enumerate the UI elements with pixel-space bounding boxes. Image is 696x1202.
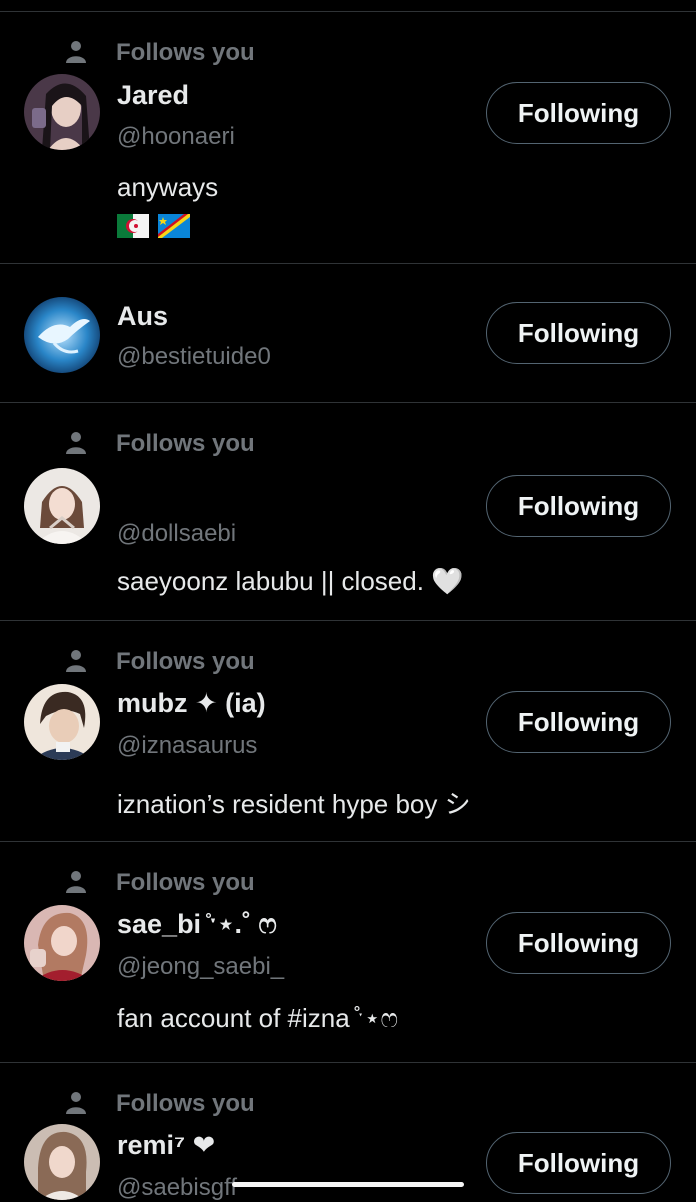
user-handle[interactable]: @iznasaurus — [117, 732, 257, 760]
bio-text: anyways — [117, 172, 219, 202]
flag-dr-congo-icon — [158, 214, 191, 239]
follows-you-label: Follows you — [116, 1090, 255, 1117]
user-row-jared[interactable]: Follows you Jared @hoonaeri anyways Foll… — [0, 12, 696, 264]
display-name[interactable]: Aus — [117, 301, 168, 332]
avatar[interactable] — [24, 1124, 100, 1200]
follows-you-label: Follows you — [116, 648, 255, 675]
user-handle[interactable]: @hoonaeri — [117, 123, 235, 151]
bio-flags — [117, 209, 192, 240]
follows-you-label: Follows you — [116, 869, 255, 896]
display-name[interactable]: remi⁷ ❤ — [117, 1130, 215, 1161]
user-bio: fan account of #izna ̊ˑ⋆ෆ — [117, 1003, 399, 1033]
following-button[interactable]: Following — [486, 1132, 671, 1194]
following-button[interactable]: Following — [486, 475, 671, 537]
person-icon — [66, 41, 86, 63]
avatar[interactable] — [24, 468, 100, 544]
flag-algeria-icon — [117, 214, 149, 239]
user-bio: iznation’s resident hype boy シ — [117, 789, 471, 819]
user-row-mubz[interactable]: Follows you mubz ✦ (ia) @iznasaurus izna… — [0, 621, 696, 842]
avatar[interactable] — [24, 297, 100, 373]
person-icon — [66, 1092, 86, 1114]
person-icon — [66, 432, 86, 454]
follows-you-label: Follows you — [116, 39, 255, 66]
following-button[interactable]: Following — [486, 82, 671, 144]
user-handle[interactable]: @saebisgff — [117, 1174, 237, 1202]
user-row-aus[interactable]: Aus @bestietuide0 Following — [0, 264, 696, 403]
follows-you-label: Follows you — [116, 430, 255, 457]
user-handle[interactable]: @bestietuide0 — [117, 343, 271, 371]
user-bio: anyways — [117, 172, 218, 203]
home-indicator[interactable] — [232, 1182, 464, 1187]
user-handle[interactable]: @jeong_saebi_ — [117, 953, 284, 981]
following-button[interactable]: Following — [486, 912, 671, 974]
following-button[interactable]: Following — [486, 691, 671, 753]
person-icon — [66, 871, 86, 893]
following-button[interactable]: Following — [486, 302, 671, 364]
display-name[interactable]: mubz ✦ (ia) — [117, 688, 266, 719]
avatar[interactable] — [24, 905, 100, 981]
user-row-sae-bi[interactable]: Follows you sae_bi ̊ˑ⋆.˚ ෆ @jeong_saebi_… — [0, 842, 696, 1063]
display-name[interactable]: Jared — [117, 80, 189, 111]
avatar[interactable] — [24, 684, 100, 760]
user-handle[interactable]: @dollsaebi — [117, 520, 236, 548]
person-icon — [66, 650, 86, 672]
user-row-remi[interactable]: Follows you remi⁷ ❤ @saebisgff Following — [0, 1063, 696, 1202]
user-bio: saeyoonz labubu || closed. 🤍 — [117, 566, 464, 596]
display-name[interactable]: sae_bi ̊ˑ⋆.˚ ෆ — [117, 909, 277, 941]
avatar[interactable] — [24, 74, 100, 150]
user-row-dollsaebi[interactable]: Follows you @dollsaebi saeyoonz labubu |… — [0, 403, 696, 621]
